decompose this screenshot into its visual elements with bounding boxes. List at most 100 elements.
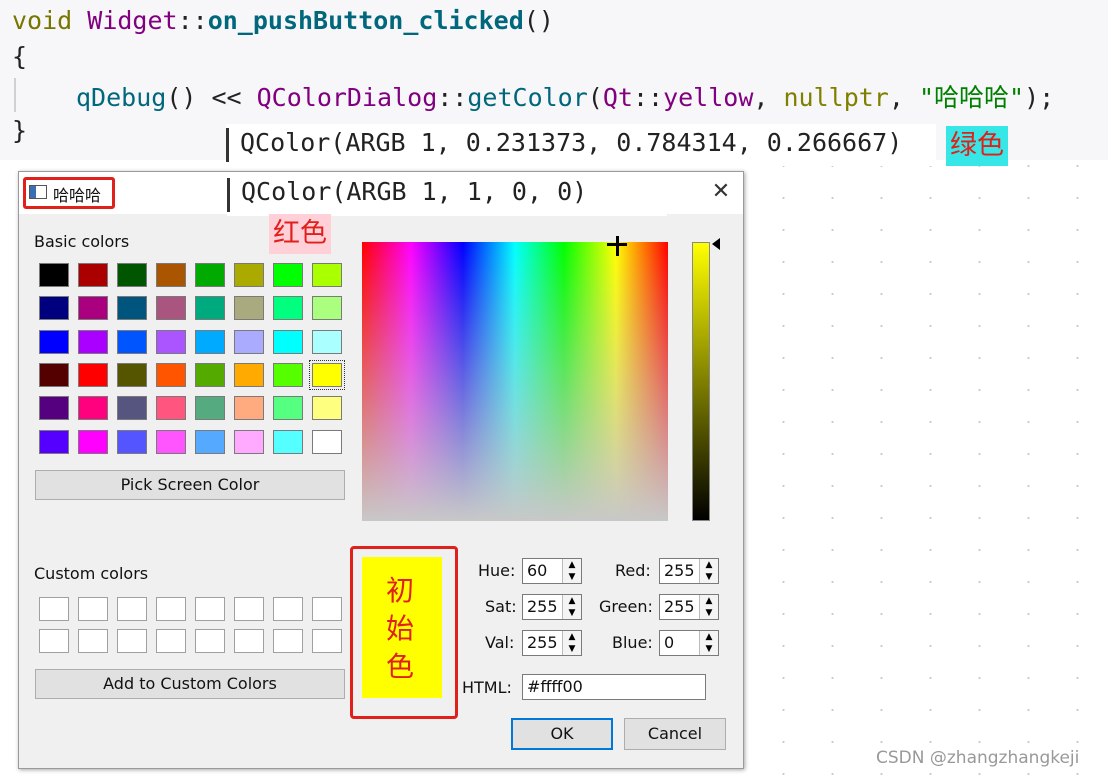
output-bar [227, 178, 230, 212]
basic-color-swatch[interactable] [273, 329, 303, 354]
green-spinbox[interactable]: 255 ▲ ▼ [659, 594, 719, 620]
basic-color-swatch[interactable] [234, 263, 264, 287]
indent-guide [14, 78, 16, 112]
basic-color-swatch[interactable] [273, 296, 303, 321]
sat-value: 255 [527, 597, 558, 616]
basic-color-swatch[interactable] [78, 396, 108, 421]
basic-color-swatch[interactable] [273, 396, 303, 421]
basic-color-swatch[interactable] [195, 396, 225, 421]
basic-color-swatch[interactable] [195, 429, 225, 454]
basic-color-swatch[interactable] [234, 396, 264, 421]
code-line-3: qDebug() << QColorDialog::getColor(Qt::y… [76, 83, 1055, 112]
basic-color-swatch[interactable] [78, 429, 108, 454]
val-spinbox[interactable]: 255 ▲ ▼ [522, 630, 582, 656]
basic-color-swatch[interactable] [312, 263, 342, 287]
basic-color-swatch[interactable] [195, 263, 225, 287]
basic-color-swatch[interactable] [39, 362, 69, 387]
hue-spinbox[interactable]: 60 ▲ ▼ [522, 558, 582, 584]
basic-color-swatch[interactable] [234, 429, 264, 454]
basic-color-swatch[interactable] [312, 429, 342, 454]
custom-color-swatch[interactable] [312, 597, 342, 621]
spin-arrows-icon[interactable]: ▲ ▼ [699, 595, 718, 619]
basic-color-swatch[interactable] [39, 296, 69, 321]
custom-color-swatch[interactable] [117, 597, 147, 621]
basic-colors-label: Basic colors [34, 232, 130, 251]
basic-color-swatch[interactable] [117, 263, 147, 287]
custom-color-swatch[interactable] [156, 597, 186, 621]
basic-color-swatch[interactable] [117, 362, 147, 387]
debug-output-1: QColor(ARGB 1, 0.231373, 0.784314, 0.266… [226, 124, 936, 166]
basic-color-swatch[interactable] [117, 396, 147, 421]
basic-color-swatch[interactable] [39, 329, 69, 354]
custom-color-swatch[interactable] [273, 597, 303, 621]
spin-arrows-icon[interactable]: ▲ ▼ [562, 631, 581, 655]
custom-color-swatch[interactable] [312, 629, 342, 653]
ok-button[interactable]: OK [511, 718, 613, 750]
blue-spinbox[interactable]: 0 ▲ ▼ [659, 630, 719, 656]
green-badge: 绿色 [946, 126, 1008, 166]
pick-screen-color-button[interactable]: Pick Screen Color [35, 470, 345, 500]
basic-color-swatch[interactable] [78, 362, 108, 387]
basic-color-swatch[interactable] [234, 362, 264, 387]
basic-color-swatch[interactable] [117, 329, 147, 354]
add-to-custom-colors-button[interactable]: Add to Custom Colors [35, 669, 345, 699]
hue-saturation-picker[interactable] [362, 242, 668, 521]
basic-color-swatch[interactable] [273, 263, 303, 287]
title-highlight [23, 177, 115, 209]
sat-label: Sat: [485, 597, 517, 616]
debug-output-2: QColor(ARGB 1, 1, 0, 0) [227, 172, 667, 216]
basic-color-swatch[interactable] [39, 263, 69, 287]
basic-color-swatch[interactable] [234, 329, 264, 354]
basic-color-swatch[interactable] [195, 296, 225, 321]
basic-color-swatch[interactable] [156, 429, 186, 454]
custom-colors-label: Custom colors [34, 564, 149, 583]
basic-color-swatch[interactable] [39, 429, 69, 454]
basic-color-swatch[interactable] [78, 263, 108, 287]
custom-color-swatch[interactable] [78, 597, 108, 621]
custom-color-swatch[interactable] [117, 629, 147, 653]
red-spinbox[interactable]: 255 ▲ ▼ [659, 558, 719, 584]
custom-color-swatch[interactable] [39, 597, 69, 621]
sat-spinbox[interactable]: 255 ▲ ▼ [522, 594, 582, 620]
custom-color-swatch[interactable] [195, 629, 225, 653]
value-slider[interactable] [692, 242, 710, 521]
initial-color-note: 初始色 [385, 574, 414, 683]
basic-color-swatch[interactable] [78, 296, 108, 321]
cancel-button[interactable]: Cancel [624, 718, 726, 750]
basic-color-swatch[interactable] [117, 429, 147, 454]
basic-color-swatch[interactable] [156, 296, 186, 321]
basic-color-swatch[interactable] [78, 329, 108, 354]
custom-color-swatch[interactable] [195, 597, 225, 621]
basic-color-swatch[interactable] [156, 329, 186, 354]
basic-color-swatch[interactable] [234, 296, 264, 321]
spin-arrows-icon[interactable]: ▲ ▼ [562, 595, 581, 619]
basic-color-swatch[interactable] [312, 296, 342, 321]
close-icon[interactable]: ✕ [707, 178, 735, 206]
watermark: CSDN @zhangzhangkeji [876, 748, 1080, 768]
custom-color-swatch[interactable] [39, 629, 69, 653]
html-color-input[interactable]: #ffff00 [522, 674, 706, 700]
custom-color-swatch[interactable] [273, 629, 303, 653]
basic-color-swatch[interactable] [156, 362, 186, 387]
basic-color-swatch[interactable] [309, 359, 345, 390]
custom-color-swatch[interactable] [234, 629, 264, 653]
spin-arrows-icon[interactable]: ▲ ▼ [562, 559, 581, 583]
custom-color-swatch[interactable] [234, 597, 264, 621]
blue-value: 0 [664, 633, 675, 652]
basic-color-swatch[interactable] [117, 296, 147, 321]
value-slider-marker-icon[interactable] [712, 238, 720, 250]
custom-color-swatch[interactable] [156, 629, 186, 653]
basic-color-swatch[interactable] [273, 362, 303, 387]
basic-color-swatch[interactable] [312, 329, 342, 354]
basic-color-swatch[interactable] [312, 396, 342, 421]
basic-color-swatch[interactable] [39, 396, 69, 421]
basic-color-swatch[interactable] [156, 263, 186, 287]
basic-color-swatch[interactable] [195, 362, 225, 387]
red-label: Red: [615, 561, 651, 580]
basic-color-swatch[interactable] [195, 329, 225, 354]
basic-color-swatch[interactable] [156, 396, 186, 421]
basic-color-swatch[interactable] [273, 429, 303, 454]
custom-color-swatch[interactable] [78, 629, 108, 653]
spin-arrows-icon[interactable]: ▲ ▼ [699, 631, 718, 655]
spin-arrows-icon[interactable]: ▲ ▼ [699, 559, 718, 583]
